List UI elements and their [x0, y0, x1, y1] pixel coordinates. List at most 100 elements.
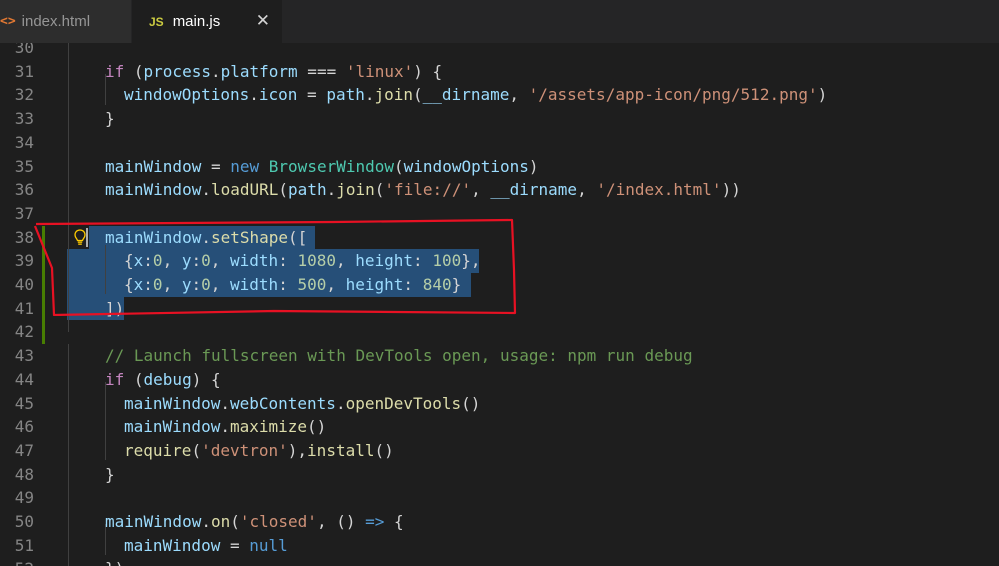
code-token: ): [528, 156, 539, 176]
code-line[interactable]: 35 mainWindow = new BrowserWindow(windowO…: [0, 155, 999, 179]
line-number: 33: [14, 109, 34, 129]
code-token: (: [124, 61, 144, 81]
line-number: 39: [14, 251, 34, 271]
code-text: // Launch fullscreen with DevTools open,…: [105, 344, 693, 368]
code-line[interactable]: 36 mainWindow.loadURL(path.join('file://'…: [0, 178, 999, 202]
code-token: 'file://': [384, 180, 472, 200]
code-token: on: [210, 512, 231, 531]
code-token: (): [461, 393, 481, 413]
code-token: mainWindow: [124, 417, 221, 437]
code-text: mainWindow = new BrowserWindow(windowOpt…: [105, 155, 539, 179]
code-token: null: [249, 535, 288, 555]
code-token: ),: [287, 440, 308, 460]
line-number: 50: [14, 512, 34, 531]
code-line[interactable]: 34: [0, 131, 999, 155]
code-line[interactable]: 33}: [0, 107, 999, 131]
code-text: require('devtron'),install(): [124, 439, 394, 463]
code-token: if: [105, 369, 125, 389]
code-token: mainWindow: [105, 156, 202, 176]
code-token: BrowserWindow: [268, 156, 395, 176]
code-token: .: [220, 393, 230, 413]
code-token: path: [326, 85, 365, 105]
code-line[interactable]: 43 // Launch fullscreen with DevTools ope…: [0, 344, 999, 368]
code-text: if (process.platform === 'linux') {: [105, 60, 442, 84]
code-token: =>: [365, 512, 385, 531]
code-token: if: [105, 61, 125, 81]
line-number: 47: [14, 440, 34, 460]
code-token: maximize: [229, 417, 308, 437]
code-line[interactable]: 42: [0, 320, 999, 344]
code-token: (: [230, 512, 240, 531]
tab-index-html[interactable]: <> index.html: [0, 0, 132, 43]
code-token: loadURL: [210, 180, 279, 200]
code-line[interactable]: 52}): [0, 557, 999, 566]
code-token: windowOptions: [124, 85, 250, 105]
code-text: if (debug) {: [105, 368, 221, 392]
code-token: new: [230, 156, 260, 176]
code-token: platform: [220, 61, 298, 81]
code-token: windowOptions: [403, 156, 529, 176]
code-token: (: [374, 180, 385, 200]
code-line[interactable]: 51 mainWindow = null: [0, 534, 999, 558]
code-text: mainWindow.maximize(): [124, 415, 326, 439]
code-line[interactable]: 48}: [0, 463, 999, 487]
code-editor[interactable]: 30 31 if (process.platform === 'linux') {3…: [0, 43, 999, 566]
code-line[interactable]: 31 if (process.platform === 'linux') {: [0, 60, 999, 84]
code-token: join: [336, 180, 375, 200]
tab-label: main.js: [172, 13, 221, 30]
line-number: 35: [14, 156, 34, 176]
code-token: install: [307, 440, 375, 460]
code-text: mainWindow = null: [124, 534, 288, 558]
code-text: }: [105, 107, 115, 131]
code-token: ): [817, 85, 828, 105]
red-annotation-outline: [34, 218, 517, 316]
tab-main-js[interactable]: JS main.js ✕: [132, 0, 282, 43]
line-number: 52: [0, 557, 34, 566]
close-icon[interactable]: ✕: [256, 12, 270, 29]
code-token: 'linux': [345, 61, 414, 81]
line-number: 40: [14, 275, 34, 294]
code-token: mainWindow: [105, 180, 202, 200]
line-number: 30: [14, 43, 34, 57]
line-number: 37: [14, 203, 34, 223]
code-line[interactable]: 32 windowOptions.icon = path.join(__dirna…: [0, 83, 999, 107]
code-token: }: [105, 464, 115, 484]
code-token: .: [326, 180, 337, 200]
code-text: mainWindow.loadURL(path.join('file://', …: [105, 178, 741, 202]
code-token: (): [307, 417, 327, 437]
line-number: 51: [14, 535, 34, 555]
code-token: =: [220, 535, 250, 555]
code-token: openDevTools: [345, 393, 462, 413]
code-token: mainWindow: [124, 535, 221, 555]
code-token: __dirname: [490, 180, 578, 200]
code-token: process: [143, 61, 211, 81]
code-token: debug: [143, 369, 192, 389]
code-line[interactable]: 49: [0, 486, 999, 510]
code-text: mainWindow.webContents.openDevTools(): [124, 392, 480, 416]
code-line[interactable]: 47 require('devtron'),install(): [0, 439, 999, 463]
line-number: 38: [14, 227, 34, 247]
code-line[interactable]: 44 if (debug) {: [0, 368, 999, 392]
code-line[interactable]: 50 mainWindow.on('closed', () => {: [0, 510, 999, 534]
code-line[interactable]: 46 mainWindow.maximize(): [0, 415, 999, 439]
tab-label: index.html: [21, 13, 91, 30]
code-token: (): [374, 440, 394, 460]
code-token: mainWindow: [124, 393, 221, 413]
line-number: 41: [14, 298, 34, 318]
code-token: ) {: [191, 369, 221, 389]
line-number: 45: [14, 393, 34, 413]
code-token: .: [249, 85, 259, 105]
code-token: 'closed': [239, 512, 317, 531]
code-token: }: [105, 109, 115, 129]
code-token: require: [124, 440, 192, 460]
code-token: 'devtron': [201, 440, 288, 460]
line-number: 31: [14, 61, 34, 81]
line-number: 32: [14, 85, 34, 105]
line-number: 44: [14, 369, 34, 389]
code-token: ,: [577, 180, 597, 200]
code-line[interactable]: 45 mainWindow.webContents.openDevTools(): [0, 392, 999, 416]
code-token: path: [288, 180, 327, 200]
code-line[interactable]: 30: [0, 43, 999, 60]
code-token: webContents: [229, 393, 336, 413]
